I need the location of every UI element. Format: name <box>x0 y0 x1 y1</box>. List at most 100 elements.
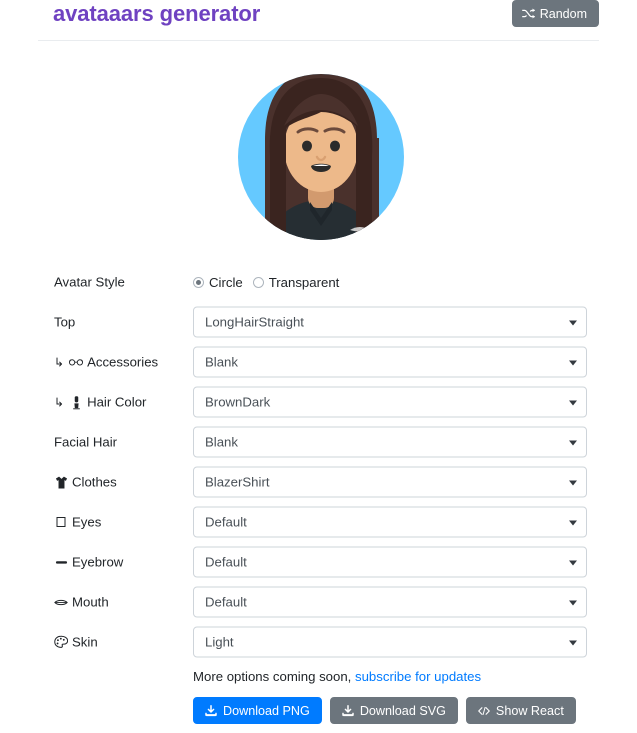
label-text: Hair Color <box>87 394 147 410</box>
paintbrush-icon <box>69 395 83 409</box>
form-row-eyes: Eyes Default <box>0 502 637 542</box>
radio-transparent-label: Transparent <box>268 274 340 290</box>
radio-option-transparent[interactable]: Transparent <box>252 274 340 290</box>
control-avatar-style: Circle Transparent <box>193 272 587 292</box>
download-icon <box>205 704 217 717</box>
label-clothes: Clothes <box>54 475 117 490</box>
label-accessories: ↳ Accessories <box>54 355 158 370</box>
chevron-down-icon <box>569 440 577 445</box>
action-buttons: Download PNG Download SVG Show React <box>193 697 576 724</box>
download-svg-label: Download SVG <box>359 703 446 718</box>
control-hair-color: BrownDark <box>193 386 587 418</box>
form-row-hair-color: ↳ Hair Color BrownDark <box>0 382 637 422</box>
label-text: Accessories <box>87 354 159 370</box>
label-eyebrow: Eyebrow <box>54 555 123 570</box>
show-react-button[interactable]: Show React <box>465 697 576 724</box>
palette-icon <box>54 635 68 649</box>
control-eyebrow: Default <box>193 546 587 578</box>
chevron-down-icon <box>569 360 577 365</box>
radio-circle-indicator[interactable] <box>193 276 204 288</box>
more-options-note: More options coming soon, subscribe for … <box>193 669 481 684</box>
chevron-down-icon <box>569 640 577 645</box>
subscribe-link[interactable]: subscribe for updates <box>355 669 481 684</box>
label-text: Facial Hair <box>54 434 118 450</box>
select-facial-hair-value: Blank <box>205 434 238 450</box>
form-row-facial-hair: Facial Hair Blank <box>0 422 637 462</box>
tshirt-icon <box>54 475 68 489</box>
page-header: avataaars generator Random <box>0 0 637 42</box>
random-button[interactable]: Random <box>511 0 599 27</box>
label-eyes: Eyes <box>54 515 101 530</box>
radio-option-circle[interactable]: Circle <box>193 275 243 290</box>
download-png-label: Download PNG <box>223 703 310 718</box>
radio-transparent-indicator[interactable] <box>252 276 264 288</box>
eyebrow-icon <box>54 555 68 569</box>
control-accessories: Blank <box>193 346 587 378</box>
select-skin-value: Light <box>205 634 234 650</box>
label-avatar-style: Avatar Style <box>54 275 125 290</box>
select-mouth[interactable]: Default <box>193 586 587 618</box>
download-svg-button[interactable]: Download SVG <box>329 697 458 724</box>
control-facial-hair: Blank <box>193 426 587 458</box>
header-divider <box>38 40 599 41</box>
label-facial-hair: Facial Hair <box>54 435 117 450</box>
chevron-down-icon <box>569 480 577 485</box>
chevron-down-icon <box>569 560 577 565</box>
avataaars-generator-page: avataaars generator Random Avatar Style … <box>0 0 637 733</box>
select-top[interactable]: LongHairStraight <box>193 306 587 338</box>
avatar-svg <box>238 74 404 240</box>
more-options-text: More options coming soon, <box>193 669 355 684</box>
form-row-top: Top LongHairStraight <box>0 302 637 342</box>
page-title: avataaars generator <box>53 1 261 26</box>
select-accessories-value: Blank <box>205 354 238 370</box>
select-clothes[interactable]: BlazerShirt <box>193 466 587 498</box>
select-hair-color[interactable]: BrownDark <box>193 386 587 418</box>
label-top: Top <box>54 315 75 330</box>
avatar-preview <box>238 60 404 250</box>
label-text: Avatar Style <box>54 274 125 290</box>
random-button-label: Random <box>539 6 587 21</box>
chevron-down-icon <box>569 600 577 605</box>
control-top: LongHairStraight <box>193 306 587 338</box>
glasses-icon <box>69 355 84 369</box>
select-eyes-value: Default <box>205 514 247 530</box>
download-icon <box>342 704 354 717</box>
options-form: Avatar Style Circle Transparent Top Long… <box>0 262 637 662</box>
nested-arrow-icon: ↳ <box>54 395 65 409</box>
eye-icon <box>54 515 68 529</box>
control-clothes: BlazerShirt <box>193 466 587 498</box>
chevron-down-icon <box>569 520 577 525</box>
select-eyebrow[interactable]: Default <box>193 546 587 578</box>
form-row-clothes: Clothes BlazerShirt <box>0 462 637 502</box>
select-facial-hair[interactable]: Blank <box>193 426 587 458</box>
form-row-eyebrow: Eyebrow Default <box>0 542 637 582</box>
label-text: Eyebrow <box>72 554 124 570</box>
select-eyes[interactable]: Default <box>193 506 587 538</box>
select-skin[interactable]: Light <box>193 626 587 658</box>
label-text: Clothes <box>72 474 117 490</box>
show-react-label: Show React <box>495 703 564 718</box>
form-row-skin: Skin Light <box>0 622 637 662</box>
nested-arrow-icon: ↳ <box>54 355 65 369</box>
form-row-avatar-style: Avatar Style Circle Transparent <box>0 262 637 302</box>
radio-circle-label: Circle <box>209 274 243 290</box>
mouth-icon <box>54 595 68 609</box>
chevron-down-icon <box>569 320 577 325</box>
select-top-value: LongHairStraight <box>205 314 304 330</box>
form-row-mouth: Mouth Default <box>0 582 637 622</box>
code-icon <box>478 705 490 717</box>
select-mouth-value: Default <box>205 594 247 610</box>
chevron-down-icon <box>569 400 577 405</box>
select-eyebrow-value: Default <box>205 554 247 570</box>
label-text: Top <box>54 314 76 330</box>
label-text: Mouth <box>72 594 109 610</box>
avatar-style-radio-group: Circle Transparent <box>193 272 587 292</box>
download-png-button[interactable]: Download PNG <box>193 697 322 724</box>
label-text: Eyes <box>72 514 102 530</box>
select-accessories[interactable]: Blank <box>193 346 587 378</box>
select-clothes-value: BlazerShirt <box>205 474 270 490</box>
control-skin: Light <box>193 626 587 658</box>
form-row-accessories: ↳ Accessories Blank <box>0 342 637 382</box>
control-eyes: Default <box>193 506 587 538</box>
label-hair-color: ↳ Hair Color <box>54 395 146 410</box>
